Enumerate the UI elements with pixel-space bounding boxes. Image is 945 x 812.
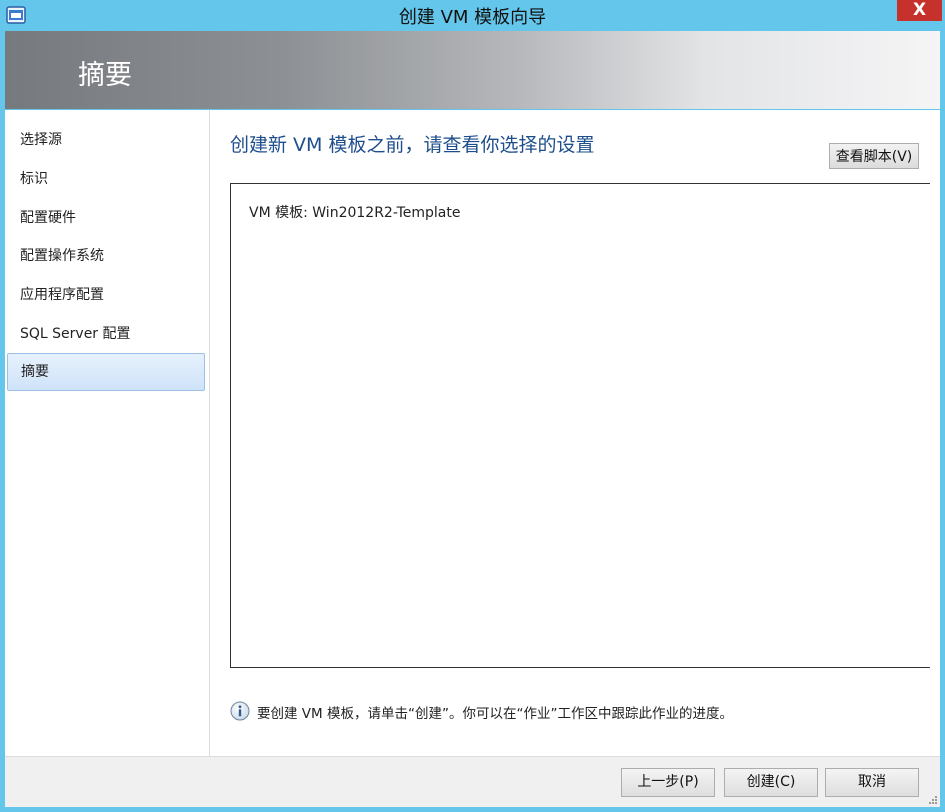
sidebar-item-configure-hardware[interactable]: 配置硬件 (7, 200, 205, 236)
close-icon[interactable]: X (897, 0, 942, 21)
sidebar-item-application-config[interactable]: 应用程序配置 (7, 277, 205, 313)
sidebar-item-summary[interactable]: 摘要 (7, 353, 205, 391)
create-button[interactable]: 创建(C) (724, 768, 818, 797)
content-heading: 创建新 VM 模板之前，请查看你选择的设置 (230, 134, 595, 156)
sidebar-item-select-source[interactable]: 选择源 (7, 122, 205, 158)
sidebar-item-configure-os[interactable]: 配置操作系统 (7, 238, 205, 274)
page-title: 摘要 (78, 60, 132, 91)
sidebar-item-sql-server-config[interactable]: SQL Server 配置 (7, 316, 205, 352)
resize-grip-icon[interactable] (928, 795, 938, 805)
info-message: 要创建 VM 模板，请单击“创建”。你可以在“作业”工作区中跟踪此作业的进度。 (257, 706, 733, 722)
main-content: 创建新 VM 模板之前，请查看你选择的设置 查看脚本(V) VM 模板: Win… (210, 110, 940, 756)
summary-vm-template: VM 模板: Win2012R2-Template (249, 205, 461, 221)
window-title: 创建 VM 模板向导 (398, 7, 547, 28)
wizard-steps-sidebar: 选择源 标识 配置硬件 配置操作系统 应用程序配置 SQL Server 配置 … (5, 110, 210, 756)
view-script-button[interactable]: 查看脚本(V) (829, 143, 919, 169)
back-button[interactable]: 上一步(P) (621, 768, 715, 797)
summary-box[interactable]: VM 模板: Win2012R2-Template (230, 183, 930, 668)
sidebar-item-identity[interactable]: 标识 (7, 161, 205, 197)
wizard-window: 创建 VM 模板向导 X 摘要 选择源 标识 配置硬件 配置操作系统 应用程序配… (0, 0, 945, 812)
page-banner: 摘要 (5, 31, 940, 109)
cancel-button[interactable]: 取消 (825, 768, 919, 797)
wizard-footer: 上一步(P) 创建(C) 取消 (5, 756, 940, 807)
info-icon (230, 701, 250, 721)
title-bar[interactable]: 创建 VM 模板向导 X (0, 0, 945, 31)
